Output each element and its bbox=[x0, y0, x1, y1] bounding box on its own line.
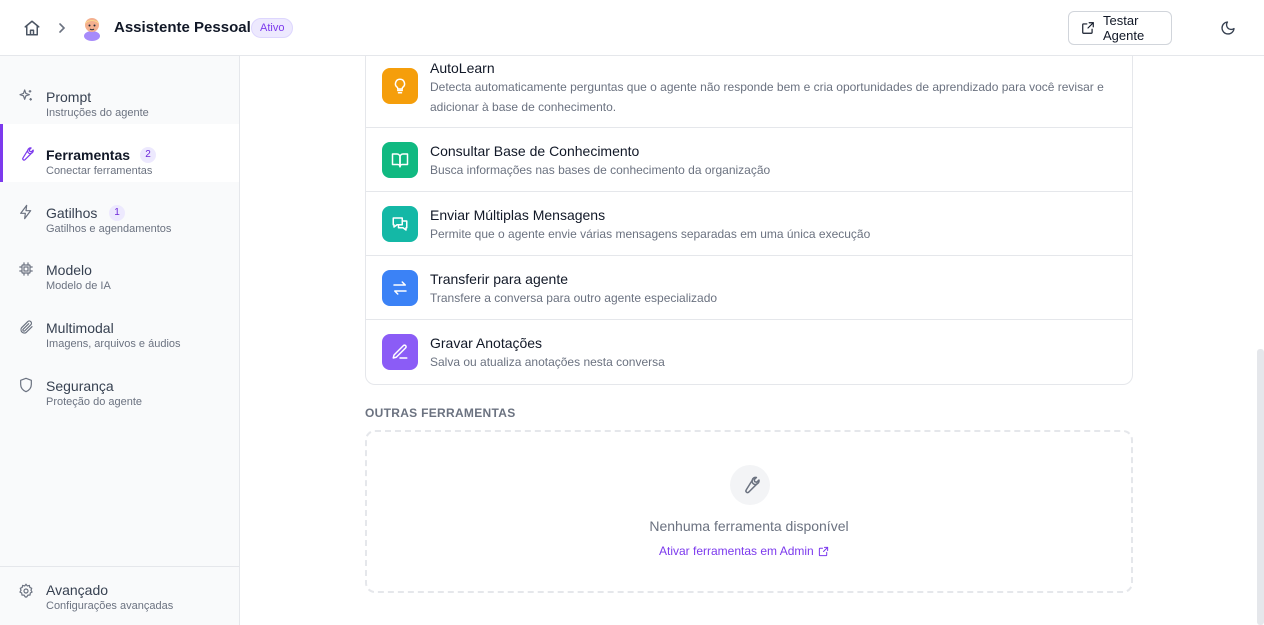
sidebar-item-subtitle: Conectar ferramentas bbox=[46, 165, 153, 177]
tool-item-multiple-messages[interactable]: Enviar Múltiplas Mensagens Permite que o… bbox=[366, 192, 1132, 256]
tool-item-transfer-agent[interactable]: Transferir para agente Transfere a conve… bbox=[366, 256, 1132, 320]
messages-icon bbox=[382, 206, 418, 242]
other-tools-heading: OUTRAS FERRAMENTAS bbox=[365, 406, 516, 420]
shield-icon bbox=[18, 377, 34, 393]
top-header: Assistente Pessoal Ativo Testar Agente bbox=[0, 0, 1264, 56]
sidebar-item-seguranca[interactable]: Segurança Proteção do agente bbox=[0, 355, 239, 413]
sidebar-item-title: Multimodal bbox=[46, 320, 114, 336]
sidebar-item-gatilhos[interactable]: Gatilhos 1 Gatilhos e agendamentos bbox=[0, 182, 239, 240]
tool-description: Busca informações nas bases de conhecime… bbox=[430, 163, 771, 177]
sidebar-item-subtitle: Proteção do agente bbox=[46, 396, 143, 408]
agent-name: Assistente Pessoal bbox=[114, 19, 251, 36]
tools-count-badge: 2 bbox=[140, 147, 156, 163]
sidebar-item-modelo[interactable]: Modelo Modelo de IA bbox=[0, 239, 239, 297]
paperclip-icon bbox=[18, 319, 34, 335]
home-icon[interactable] bbox=[22, 18, 42, 38]
sidebar-item-subtitle: Instruções do agente bbox=[46, 107, 149, 119]
lightning-icon bbox=[18, 204, 34, 220]
wrench-icon bbox=[730, 465, 770, 505]
tool-name: Gravar Anotações bbox=[430, 335, 543, 351]
tool-description: Transfere a conversa para outro agente e… bbox=[430, 291, 718, 305]
agent-avatar bbox=[80, 15, 104, 41]
tool-name: Transferir para agente bbox=[430, 271, 568, 287]
tool-description: Salva ou atualiza anotações nesta conver… bbox=[430, 355, 665, 369]
tool-item-notes[interactable]: Gravar Anotações Salva ou atualiza anota… bbox=[366, 320, 1132, 384]
sidebar-divider bbox=[0, 566, 239, 567]
sidebar-item-subtitle: Gatilhos e agendamentos bbox=[46, 223, 172, 235]
tool-description: Permite que o agente envie várias mensag… bbox=[430, 227, 871, 241]
lightbulb-icon bbox=[382, 68, 418, 104]
tool-item-knowledge-base[interactable]: Consultar Base de Conhecimento Busca inf… bbox=[366, 128, 1132, 192]
activate-tools-admin-link[interactable]: Ativar ferramentas em Admin bbox=[659, 544, 829, 558]
sidebar-item-title: Segurança bbox=[46, 378, 114, 394]
pen-icon bbox=[382, 334, 418, 370]
arrows-exchange-icon bbox=[382, 270, 418, 306]
book-icon bbox=[382, 142, 418, 178]
test-agent-button[interactable]: Testar Agente bbox=[1068, 11, 1172, 45]
other-tools-empty-state: Nenhuma ferramenta disponível Ativar fer… bbox=[365, 430, 1133, 593]
sidebar-item-title: Modelo bbox=[46, 262, 92, 278]
sidebar-item-ferramentas[interactable]: Ferramentas 2 Conectar ferramentas bbox=[0, 124, 239, 182]
moon-icon[interactable] bbox=[1218, 18, 1238, 38]
sidebar-item-subtitle: Configurações avançadas bbox=[46, 600, 174, 612]
sidebar-item-prompt[interactable]: Prompt Instruções do agente bbox=[0, 66, 239, 124]
status-badge: Ativo bbox=[251, 18, 294, 38]
sidebar-item-title: Avançado bbox=[46, 582, 109, 598]
test-agent-label: Testar Agente bbox=[1103, 13, 1145, 43]
wrench-icon bbox=[18, 146, 34, 162]
sidebar-item-title: Gatilhos bbox=[46, 205, 98, 221]
chevron-right-icon bbox=[56, 19, 68, 37]
triggers-count-badge: 1 bbox=[109, 205, 125, 221]
admin-link-label: Ativar ferramentas em Admin bbox=[659, 544, 814, 558]
sidebar-item-multimodal[interactable]: Multimodal Imagens, arquivos e áudios bbox=[0, 297, 239, 355]
empty-state-text: Nenhuma ferramenta disponível bbox=[649, 518, 849, 534]
tool-item-autolearn[interactable]: AutoLearn Detecta automaticamente pergun… bbox=[366, 56, 1132, 128]
tool-description: Detecta automaticamente perguntas que o … bbox=[430, 80, 1104, 114]
tool-name: Consultar Base de Conhecimento bbox=[430, 143, 640, 159]
sidebar-item-title: Prompt bbox=[46, 89, 92, 105]
sidebar-item-subtitle: Modelo de IA bbox=[46, 280, 111, 292]
gear-icon bbox=[18, 583, 34, 599]
chip-icon bbox=[18, 261, 34, 277]
sidebar: Prompt Instruções do agente Ferramentas … bbox=[0, 56, 240, 625]
external-link-icon bbox=[1081, 21, 1095, 35]
sidebar-item-title: Ferramentas bbox=[46, 147, 131, 163]
tool-name: AutoLearn bbox=[430, 60, 495, 76]
connected-tools-list: AutoLearn Detecta automaticamente pergun… bbox=[365, 56, 1133, 385]
main-scrollbar[interactable] bbox=[1257, 349, 1264, 625]
external-link-icon bbox=[818, 546, 829, 557]
sidebar-item-avancado[interactable]: Avançado Configurações avançadas bbox=[0, 569, 239, 625]
sidebar-item-subtitle: Imagens, arquivos e áudios bbox=[46, 338, 181, 350]
tool-name: Enviar Múltiplas Mensagens bbox=[430, 207, 606, 223]
sparkles-icon bbox=[18, 88, 34, 104]
